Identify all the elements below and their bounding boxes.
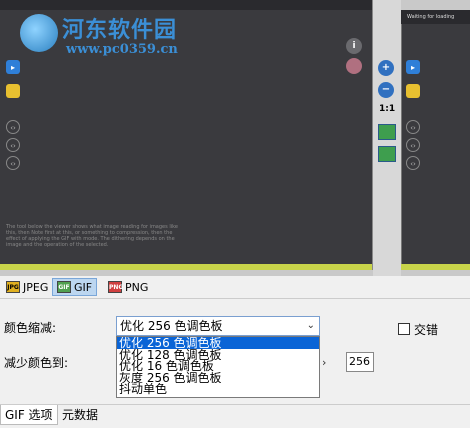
fit-image-icon[interactable] [378,124,396,140]
dropdown-option[interactable]: 优化 256 色调色板 [117,337,319,349]
dropdown-option[interactable]: 优化 128 色调色板 [117,349,319,360]
tab-metadata[interactable]: 元数据 [58,405,102,425]
right-pane-statusbar [401,264,470,270]
color-reduction-dropdown: 优化 256 色调色板 优化 128 色调色板 优化 16 色调色板 灰度 25… [116,336,320,398]
folder-icon[interactable] [406,84,420,98]
left-pane-titlebar [0,0,372,10]
code-icon[interactable]: ‹› [6,156,20,170]
left-pane-statusbar [0,264,372,270]
code-icon[interactable]: ‹› [406,120,420,134]
tab-gif-label: GIF [74,280,93,294]
dropdown-option[interactable]: 灰度 256 色调色板 [117,372,319,383]
code-icon[interactable]: ‹› [6,120,20,134]
code-icon[interactable]: ‹› [406,138,420,152]
color-reduction-select[interactable]: 优化 256 色调色板 ⌄ [116,316,320,336]
gif-icon: GIF [57,281,71,293]
reduce-colors-label: 减少颜色到: [4,356,69,370]
tab-jpeg-label: JPEG [23,280,49,294]
folder-icon[interactable] [6,84,20,98]
zoom-in-icon[interactable]: + [378,60,394,76]
jpeg-icon: JPG [6,281,20,293]
open-file-icon[interactable]: ▸ [6,60,20,74]
tab-gif[interactable]: GIF GIF [52,278,98,296]
save-file-icon[interactable]: ▸ [406,60,420,74]
code-icon[interactable]: ‹› [6,138,20,152]
zoom-out-icon[interactable]: − [378,82,394,98]
code-icon[interactable]: ‹› [406,156,420,170]
color-reduction-value: 优化 256 色调色板 [120,319,223,333]
preview-note-right [406,224,466,244]
compare-view-icon[interactable] [378,146,396,162]
png-icon: PNG [108,281,123,293]
chevron-down-icon: ⌄ [306,320,315,331]
interlace-checkbox[interactable] [398,323,410,335]
info-icon[interactable]: i [346,38,362,54]
color-reduction-label: 颜色缩减: [4,321,57,335]
interlace-label: 交错 [414,323,439,337]
chevron-right-icon[interactable]: › [322,356,336,370]
right-pane-title: Waiting for loading [401,10,470,24]
tab-jpeg[interactable]: JPG JPEG [2,278,52,296]
watermark-title: 河东软件园 [62,17,178,43]
tab-gif-options[interactable]: GIF 选项 [0,405,58,425]
preview-note: The tool below the viewer shows what ima… [6,224,178,248]
palette-icon[interactable] [346,58,362,74]
zoom-ratio[interactable]: 1:1 [379,104,395,114]
watermark-logo [20,14,58,52]
watermark-url: www.pc0359.cn [66,42,178,57]
tab-png[interactable]: PNG PNG [104,278,152,296]
tab-png-label: PNG [125,280,149,294]
colors-count-input[interactable]: 256 [346,352,374,372]
dropdown-option[interactable]: 优化 16 色调色板 [117,360,319,371]
dropdown-option[interactable]: 抖动单色 [117,383,319,394]
